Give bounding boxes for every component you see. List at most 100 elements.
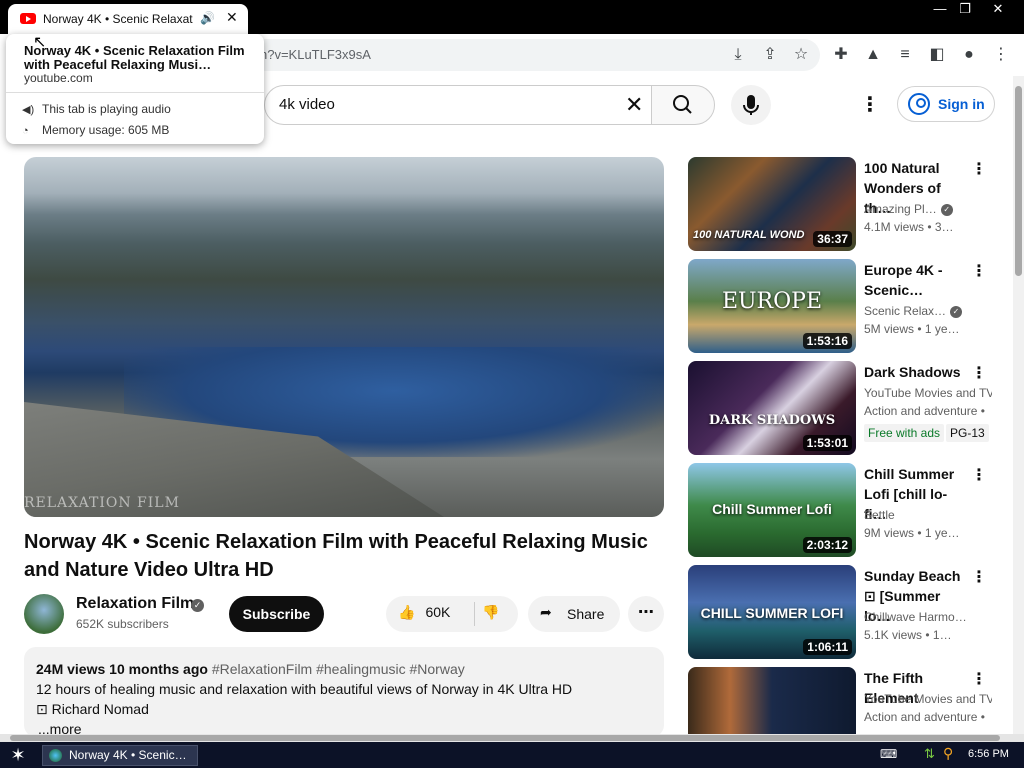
recommendation-channel: Chillwave Harmo…: [864, 610, 967, 624]
recommendation-item[interactable]: DARK SHADOWS 1:53:01 Dark Shadows YouTub…: [688, 361, 1008, 457]
recommendation-views: 4.1M views • 3…: [864, 220, 954, 234]
channel-label: Scenic Relax…: [864, 304, 947, 318]
recommendation-channel: Scenic Relax… ✓: [864, 304, 992, 318]
sign-in-button[interactable]: Sign in: [897, 86, 995, 122]
recommendation-item[interactable]: CHILL SUMMER LOFI 1:06:11 Sunday Beach ⊡…: [688, 565, 1008, 661]
hovercard-audio-text: This tab is playing audio: [42, 102, 171, 116]
hovercard-audio-row: ◀) This tab is playing audio: [22, 102, 171, 116]
restore-button[interactable]: ❐: [950, 0, 980, 18]
video-title: Norway 4K • Scenic Relaxation Film with …: [24, 531, 648, 581]
tab-close-icon[interactable]: ✕: [226, 9, 238, 26]
recommendation-views: 5.1K views • 1…: [864, 628, 952, 642]
search-input[interactable]: 4k video ✕: [264, 85, 652, 125]
video-duration: 1:53:01: [802, 435, 852, 451]
share-label: Share: [567, 606, 605, 622]
recommendation-item[interactable]: Chill Summer Lofi 2:03:12 Chill Summer L…: [688, 463, 1008, 559]
item-menu-icon[interactable]: ⋮: [971, 159, 987, 179]
keyboard-icon[interactable]: ⌨: [880, 747, 897, 761]
recommendation-thumbnail[interactable]: [688, 667, 856, 734]
tab-title: Norway 4K • Scenic Relaxation: [43, 12, 193, 26]
channel-label: Amazing Pl…: [864, 202, 937, 216]
thumbnail-text: Chill Summer Lofi: [712, 501, 832, 517]
item-menu-icon[interactable]: ⋮: [971, 567, 987, 587]
start-menu-button[interactable]: ✶: [4, 744, 32, 766]
recommendation-thumbnail[interactable]: CHILL SUMMER LOFI 1:06:11: [688, 565, 856, 659]
like-divider: [474, 602, 475, 626]
network-icon[interactable]: ⇅: [924, 746, 935, 762]
like-button[interactable]: 👍 60K: [398, 604, 450, 621]
clear-search-icon[interactable]: ✕: [625, 92, 643, 118]
recommendation-views: 9M views • 1 ye…: [864, 526, 960, 540]
item-menu-icon[interactable]: ⋮: [971, 669, 987, 689]
recommendation-views: 5M views • 1 ye…: [864, 322, 960, 336]
recommendation-title[interactable]: Dark Shadows: [864, 362, 968, 382]
voice-search-button[interactable]: [731, 85, 771, 125]
video-description[interactable]: 24M views 10 months ago #RelaxationFilm …: [24, 647, 664, 737]
recommendation-thumbnail[interactable]: DARK SHADOWS 1:53:01: [688, 361, 856, 455]
labs-icon[interactable]: ▲: [862, 44, 884, 66]
close-window-button[interactable]: ✕: [983, 0, 1013, 18]
recommendation-item[interactable]: The Fifth Element YouTube Movies and TV …: [688, 667, 1008, 734]
vertical-scroll-thumb[interactable]: [1015, 86, 1022, 276]
recommendation-item[interactable]: 100 NATURAL WOND 36:37 100 Natural Wonde…: [688, 157, 1008, 253]
search-tray-icon[interactable]: ⚲: [943, 745, 953, 762]
side-panel-icon[interactable]: ◧: [926, 44, 948, 66]
hovercard-memory-row: ◔ Memory usage: 605 MB: [22, 123, 169, 137]
recommendation-badges: Free with ads PG-13: [864, 424, 991, 442]
recommendation-title[interactable]: Europe 4K - Scenic…: [864, 260, 968, 300]
profile-icon[interactable]: ●: [958, 44, 980, 66]
video-duration: 1:53:16: [802, 333, 852, 349]
recommendation-channel: YouTube Movies and TV: [864, 386, 992, 400]
youtube-favicon-icon: [20, 13, 36, 24]
browser-menu-icon[interactable]: ⋮: [990, 44, 1012, 66]
vertical-scrollbar[interactable]: [1013, 76, 1024, 736]
subscriber-count: 652K subscribers: [76, 617, 169, 631]
settings-menu-icon[interactable]: ⋮: [860, 92, 880, 117]
channel-avatar[interactable]: [24, 594, 64, 634]
horizontal-scrollbar[interactable]: [0, 734, 1024, 742]
share-page-icon[interactable]: ⇪: [759, 44, 781, 66]
browser-tab[interactable]: Norway 4K • Scenic Relaxation 🔊 ✕: [8, 4, 248, 34]
recommendation-thumbnail[interactable]: Chill Summer Lofi 2:03:12: [688, 463, 856, 557]
item-menu-icon[interactable]: ⋮: [971, 261, 987, 281]
media-control-icon[interactable]: ≡: [894, 44, 916, 66]
item-menu-icon[interactable]: ⋮: [971, 363, 987, 383]
mouse-cursor-icon: ↖: [33, 34, 47, 51]
hovercard-memory-text: Memory usage: 605 MB: [42, 123, 170, 137]
recommendation-channel: Amazing Pl… ✓: [864, 202, 992, 216]
subscribe-button[interactable]: Subscribe: [229, 596, 324, 632]
install-icon[interactable]: ⤓: [727, 44, 749, 66]
verified-check-icon: ✓: [191, 599, 204, 612]
description-line-2: ⊡ Richard Nomad: [36, 701, 149, 717]
dislike-button[interactable]: 👎: [482, 604, 499, 621]
item-menu-icon[interactable]: ⋮: [971, 465, 987, 485]
taskbar-clock[interactable]: 6:56 PM: [968, 748, 1009, 760]
taskbar-window-item[interactable]: Norway 4K • Scenic…: [42, 745, 198, 766]
recommendation-views: Action and adventure •: [864, 404, 985, 418]
description-meta: 24M views 10 months ago #RelaxationFilm …: [36, 661, 465, 677]
search-button[interactable]: [651, 85, 715, 125]
thumbs-down-icon: 👎: [482, 604, 500, 620]
video-duration: 2:03:12: [802, 537, 852, 553]
recommendation-item[interactable]: EUROPE 1:53:16 Europe 4K - Scenic… Sceni…: [688, 259, 1008, 355]
recommendation-thumbnail[interactable]: 100 NATURAL WOND 36:37: [688, 157, 856, 251]
speaker-icon[interactable]: 🔊: [200, 11, 215, 25]
horizontal-scroll-thumb[interactable]: [10, 735, 1000, 741]
share-button[interactable]: ➦ Share: [528, 596, 620, 632]
bookmark-star-icon[interactable]: ☆: [790, 44, 812, 66]
video-player[interactable]: RELAXATION FILM: [24, 157, 664, 517]
more-actions-button[interactable]: ⋯: [628, 596, 664, 632]
extensions-icon[interactable]: ✚: [830, 44, 852, 66]
thumbnail-text: DARK SHADOWS: [708, 413, 836, 428]
taskbar-window-label: Norway 4K • Scenic…: [69, 748, 187, 762]
microphone-icon: [743, 95, 759, 115]
thumbnail-text: EUROPE: [721, 289, 823, 314]
thumbnail-text: CHILL SUMMER LOFI: [700, 605, 844, 621]
video-duration: 36:37: [813, 231, 852, 247]
video-duration: 1:06:11: [803, 639, 852, 655]
channel-name[interactable]: Relaxation Film: [76, 595, 194, 613]
verified-check-icon: ✓: [950, 305, 963, 318]
speaker-icon: ◀): [22, 104, 35, 116]
recommendation-thumbnail[interactable]: EUROPE 1:53:16: [688, 259, 856, 353]
hashtags[interactable]: #RelaxationFilm #healingmusic #Norway: [212, 661, 465, 677]
